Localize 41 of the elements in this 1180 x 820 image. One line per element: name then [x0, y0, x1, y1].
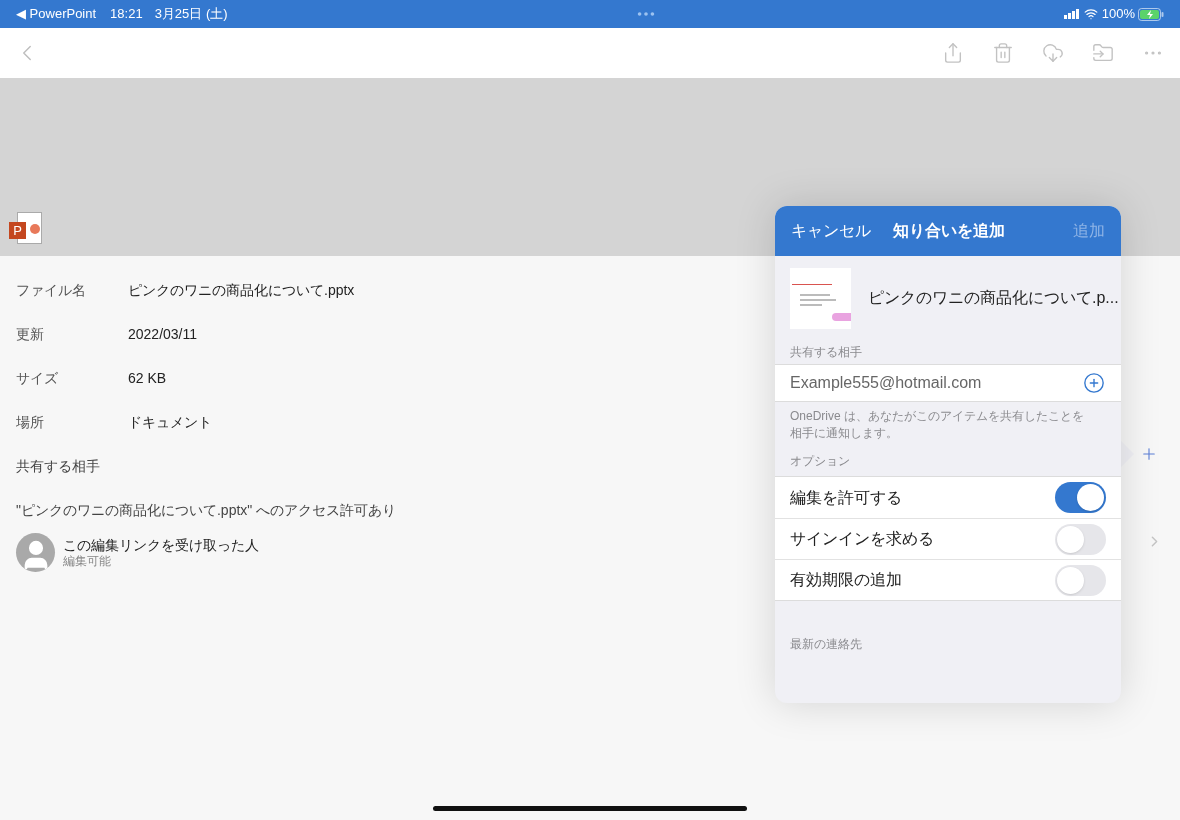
signal-icon: [1063, 9, 1080, 19]
option-label: 有効期限の追加: [790, 570, 903, 590]
download-button[interactable]: [1042, 42, 1064, 64]
slide-thumbnail: [790, 267, 851, 329]
options-label: オプション: [789, 453, 851, 470]
clock: 18:21: [110, 5, 143, 24]
recent-contacts-label: 最新の連絡先: [789, 636, 863, 653]
toggle-switch[interactable]: [1055, 482, 1106, 513]
avatar-icon: [16, 532, 55, 572]
popover-title: 知り合いを追加: [893, 221, 1005, 241]
cancel-button[interactable]: キャンセル: [791, 219, 871, 243]
recipients-label: 共有する相手: [789, 344, 863, 361]
share-button[interactable]: [942, 42, 964, 64]
toggle-switch[interactable]: [1055, 523, 1106, 555]
access-entry-permission: 編集可能: [63, 553, 112, 569]
detail-value: ピンクのワニの商品化について.pptx: [128, 280, 355, 300]
detail-label: サイズ: [16, 368, 59, 388]
add-people-icon[interactable]: [1140, 445, 1158, 463]
detail-label: 更新: [16, 324, 45, 344]
battery-charging-icon: [1138, 7, 1164, 21]
option-label: 編集を許可する: [790, 487, 903, 508]
wifi-icon: [1083, 7, 1098, 21]
detail-label: 場所: [16, 412, 45, 432]
notice-text: OneDrive は、あなたがこのアイテムを共有したことを相手に通知します。: [789, 408, 1086, 442]
shared-with-label: 共有する相手: [16, 456, 100, 476]
option-label: サインインを求める: [790, 529, 935, 549]
file-name: ピンクのワニの商品化について.p...: [868, 288, 1119, 308]
access-heading: "ピンクのワニの商品化について.pptx" へのアクセス許可あり: [16, 500, 397, 520]
add-recipient-icon[interactable]: [1083, 372, 1105, 394]
move-button[interactable]: [1092, 42, 1114, 64]
battery-percent: 100%: [1101, 5, 1135, 24]
access-entry-name: この編集リンクを受け取った人: [63, 535, 259, 554]
date: 3月25日 (土): [154, 5, 228, 24]
delete-button[interactable]: [992, 42, 1014, 64]
detail-label: ファイル名: [16, 280, 87, 300]
detail-value: ドキュメント: [128, 412, 212, 432]
detail-value: 2022/03/11: [128, 324, 198, 344]
toggle-switch[interactable]: [1055, 564, 1106, 596]
detail-value: 62 KB: [128, 368, 167, 388]
back-to-app-link[interactable]: ◀ PowerPoint: [16, 4, 97, 24]
email-field[interactable]: Example555@hotmail.com: [775, 364, 1121, 402]
